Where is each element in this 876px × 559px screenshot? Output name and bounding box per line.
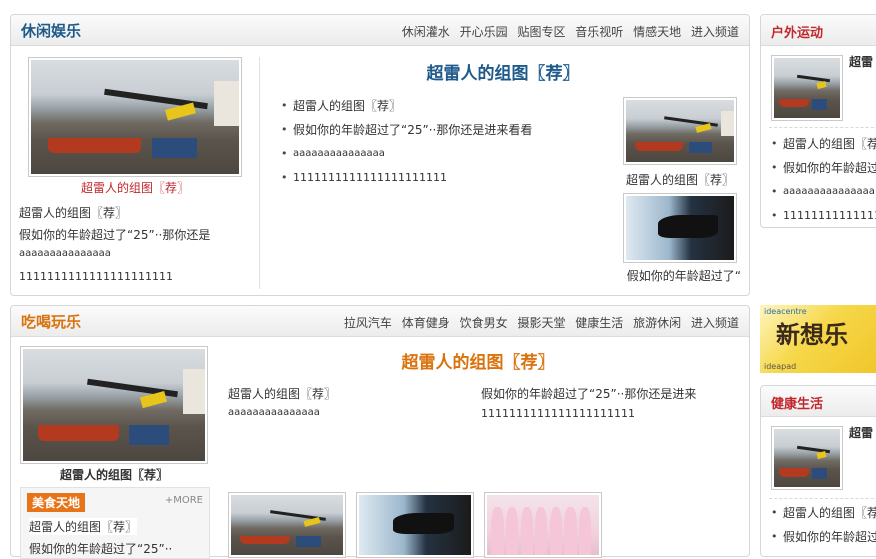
leisure-thumb-2-caption[interactable]: 假如你的年龄超过了“ xyxy=(607,267,741,284)
food-col1-line-0[interactable]: 超雷人的组图〖荐〗 xyxy=(228,385,336,402)
food-more-link[interactable]: +MORE xyxy=(165,495,203,506)
food-box-line-1[interactable]: 假如你的年龄超过了“25”·· xyxy=(29,540,172,557)
health-photo[interactable] xyxy=(771,426,843,490)
food-col2-line-1[interactable]: 1111111111111111111111 xyxy=(481,407,635,420)
leisure-header: 休闲娱乐 休闲灌水 开心乐园 贴图专区 音乐视听 情感天地 进入频道 xyxy=(11,15,749,46)
outdoor-photo[interactable] xyxy=(771,55,843,121)
ad-headline: 新想乐 xyxy=(776,321,848,349)
outdoor-header: 户外运动 xyxy=(761,15,876,46)
link-leisure-2[interactable]: 贴图专区 xyxy=(517,25,565,39)
food-sub-box: 美食天地 +MORE 超雷人的组图〖荐〗 假如你的年龄超过了“25”·· xyxy=(20,487,210,559)
list-item[interactable]: aaaaaaaaaaaaaaa xyxy=(771,180,876,204)
list-item[interactable]: 假如你的年龄超过了“25”··那你还是进来看看 xyxy=(281,118,532,142)
food-header: 吃喝玩乐 拉风汽车 体育健身 饮食男女 摄影天堂 健康生活 旅游休闲 进入频道 xyxy=(11,306,749,337)
list-item[interactable]: aaaaaaaaaaaaaaa xyxy=(281,142,532,166)
outdoor-divider xyxy=(769,127,876,128)
food-featured-photo[interactable] xyxy=(20,346,208,464)
health-header: 健康生活 xyxy=(761,386,876,417)
link-food-4[interactable]: 健康生活 xyxy=(575,316,623,330)
list-item[interactable]: 超雷人的组图〖荐〗 xyxy=(771,501,876,525)
link-food-5[interactable]: 旅游休闲 xyxy=(633,316,681,330)
leisure-featured-caption[interactable]: 超雷人的组图〖荐〗 xyxy=(28,179,242,196)
link-food-2[interactable]: 饮食男女 xyxy=(460,316,508,330)
link-food-3[interactable]: 摄影天堂 xyxy=(517,316,565,330)
list-item[interactable]: 1111111111111111111 xyxy=(771,204,876,228)
food-center-title[interactable]: 超雷人的组图〖荐〗 xyxy=(221,348,735,373)
leisure-links: 休闲灌水 开心乐园 贴图专区 音乐视听 情感天地 进入频道 xyxy=(396,23,739,40)
list-item[interactable]: 超雷人的组图〖荐〗 xyxy=(771,132,876,156)
list-item[interactable]: 假如你的年龄超过 xyxy=(771,525,876,549)
ad-sub: ideapad xyxy=(764,362,797,371)
food-links: 拉风汽车 体育健身 饮食男女 摄影天堂 健康生活 旅游休闲 进入频道 xyxy=(338,314,739,331)
food-thumb-3[interactable] xyxy=(484,492,602,558)
leisure-left-line-2[interactable]: aaaaaaaaaaaaaaa xyxy=(19,248,111,259)
link-food-enter[interactable]: 进入频道 xyxy=(691,316,739,330)
link-food-1[interactable]: 体育健身 xyxy=(402,316,450,330)
leisure-left-line-1[interactable]: 假如你的年龄超过了“25”··那你还是 xyxy=(19,226,210,243)
food-col2-line-0[interactable]: 假如你的年龄超过了“25”··那你还是进来 xyxy=(481,385,696,402)
leisure-panel: 休闲娱乐 休闲灌水 开心乐园 贴图专区 音乐视听 情感天地 进入频道 超雷人的组… xyxy=(10,14,750,296)
health-side-title[interactable]: 超雷 xyxy=(849,424,873,441)
leisure-featured-photo[interactable] xyxy=(28,57,242,177)
food-thumb-2[interactable] xyxy=(356,492,474,558)
food-thumb-1[interactable] xyxy=(228,492,346,558)
leisure-left-line-0[interactable]: 超雷人的组图〖荐〗 xyxy=(19,204,127,221)
link-leisure-0[interactable]: 休闲灌水 xyxy=(402,25,450,39)
food-title[interactable]: 吃喝玩乐 xyxy=(21,311,81,332)
food-box-line-0[interactable]: 超雷人的组图〖荐〗 xyxy=(29,518,138,535)
outdoor-list: 超雷人的组图〖荐〗 假如你的年龄超过 aaaaaaaaaaaaaaa 11111… xyxy=(771,132,876,228)
link-leisure-4[interactable]: 情感天地 xyxy=(633,25,681,39)
list-item[interactable]: 1111111111111111111111 xyxy=(281,166,532,190)
leisure-thumb-1[interactable] xyxy=(623,97,737,165)
food-featured-caption[interactable]: 超雷人的组图〖荐〗 xyxy=(20,466,208,483)
leisure-divider xyxy=(259,57,260,289)
link-leisure-3[interactable]: 音乐视听 xyxy=(575,25,623,39)
outdoor-title[interactable]: 户外运动 xyxy=(771,22,823,41)
link-leisure-enter[interactable]: 进入频道 xyxy=(691,25,739,39)
list-item[interactable]: 超雷人的组图〖荐〗 xyxy=(281,94,532,118)
link-food-0[interactable]: 拉风汽车 xyxy=(344,316,392,330)
leisure-thumb-2[interactable] xyxy=(623,193,737,263)
ad-banner[interactable]: ideacentre 新想乐 ideapad xyxy=(760,305,876,373)
food-col1-line-1[interactable]: aaaaaaaaaaaaaaa xyxy=(228,407,320,418)
link-leisure-1[interactable]: 开心乐园 xyxy=(460,25,508,39)
leisure-title[interactable]: 休闲娱乐 xyxy=(21,20,81,41)
health-title[interactable]: 健康生活 xyxy=(771,393,823,412)
food-sub-tag[interactable]: 美食天地 xyxy=(27,493,86,512)
outdoor-side-title[interactable]: 超雷 xyxy=(849,53,873,70)
leisure-left-line-3[interactable]: 1111111111111111111111 xyxy=(19,270,173,283)
list-item[interactable]: 假如你的年龄超过 xyxy=(771,156,876,180)
health-list: 超雷人的组图〖荐〗 假如你的年龄超过 xyxy=(771,501,876,549)
food-panel: 吃喝玩乐 拉风汽车 体育健身 饮食男女 摄影天堂 健康生活 旅游休闲 进入频道 … xyxy=(10,305,750,559)
leisure-thumb-1-caption[interactable]: 超雷人的组图〖荐〗 xyxy=(617,171,743,188)
leisure-center-list: 超雷人的组图〖荐〗 假如你的年龄超过了“25”··那你还是进来看看 aaaaaa… xyxy=(281,94,532,190)
health-panel: 健康生活 超雷 超雷人的组图〖荐〗 假如你的年龄超过 xyxy=(760,385,876,557)
outdoor-panel: 户外运动 超雷 超雷人的组图〖荐〗 假如你的年龄超过 aaaaaaaaaaaaa… xyxy=(760,14,876,228)
leisure-center-title[interactable]: 超雷人的组图〖荐〗 xyxy=(271,59,735,84)
health-divider xyxy=(769,498,876,499)
